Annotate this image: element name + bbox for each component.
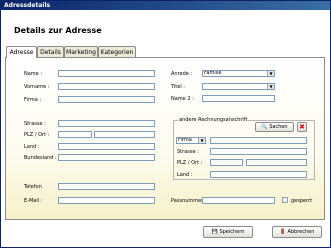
cancel-button[interactable]: 🚪 Abbrechen [272, 226, 322, 238]
name-label: Name : [24, 71, 43, 77]
billing-strasse-label: Strasse : [177, 149, 199, 155]
bundesland-label: Bundesland : [24, 155, 57, 161]
billing-type-value: Firma [178, 137, 192, 143]
billing-group-label: andere Rechnungsanschrift [178, 117, 249, 123]
tab-kategorien[interactable]: Kategorien [98, 46, 136, 57]
save-icon: 💾 [211, 229, 218, 235]
plz-ort-label: PLZ / Ort : [24, 132, 50, 138]
search-button-label: Sachen [269, 124, 288, 130]
land-label: Land : [24, 144, 40, 150]
name-field[interactable] [58, 70, 155, 77]
firma-field[interactable] [58, 96, 155, 103]
address-details-window: Adressdetails Details zur Adresse Adress… [0, 0, 331, 248]
passnummer-field[interactable] [202, 197, 275, 204]
telefon-label: Telefon [24, 184, 42, 190]
save-button[interactable]: 💾 Speichern [203, 226, 253, 238]
billing-type-select[interactable]: Firma ▼ [176, 137, 206, 144]
titel-select[interactable]: ▼ [202, 83, 275, 90]
chevron-down-icon[interactable]: ▼ [267, 84, 274, 89]
chevron-down-icon[interactable]: ▼ [267, 71, 274, 76]
anrede-value: Familie [204, 70, 222, 76]
save-button-label: Speichern [219, 229, 245, 235]
titel-label: Titel : [171, 84, 185, 90]
search-icon: 🔍 [261, 124, 268, 130]
anrede-label: Anrede : [171, 71, 193, 77]
bundesland-field[interactable] [58, 154, 155, 161]
telefon-field[interactable] [58, 183, 155, 190]
ort-field[interactable] [94, 131, 155, 138]
vorname-label: Vorname : [24, 84, 50, 90]
billing-plz-ort-label: PLZ / Ort : [177, 160, 203, 166]
tab-adresse[interactable]: Adresse [6, 46, 37, 58]
search-button[interactable]: 🔍 Sachen [255, 122, 294, 132]
email-label: E-Mail : [24, 198, 43, 204]
cancel-icon: 🚪 [279, 229, 286, 235]
land-field[interactable] [58, 143, 155, 150]
tab-details[interactable]: Details [37, 46, 64, 57]
cancel-button-label: Abbrechen [287, 229, 315, 235]
name2-label: Name 2 : [171, 96, 194, 102]
chevron-down-icon[interactable]: ▼ [198, 138, 205, 143]
page-title: Details zur Adresse [14, 26, 102, 35]
delete-button[interactable]: ✖ [297, 122, 307, 132]
plz-field[interactable] [58, 131, 92, 138]
strasse-field[interactable] [58, 120, 155, 127]
strasse-label: Strasse : [24, 121, 46, 127]
billing-ort-field[interactable] [246, 159, 307, 166]
gesperrt-label: gesperrt [291, 198, 313, 204]
anrede-select[interactable]: Familie ▼ [202, 70, 275, 77]
email-field[interactable] [58, 197, 155, 204]
billing-name-field[interactable] [210, 137, 307, 144]
billing-land-label: Land : [177, 172, 193, 178]
billing-strasse-field[interactable] [210, 148, 307, 155]
billing-plz-field[interactable] [210, 159, 243, 166]
name2-field[interactable] [202, 95, 275, 102]
vorname-field[interactable] [58, 83, 155, 90]
firma-label: Firma : [24, 97, 42, 103]
gesperrt-checkbox[interactable] [282, 197, 288, 203]
billing-land-field[interactable] [210, 171, 307, 178]
window-title: Adressdetails [1, 1, 330, 10]
tab-marketing[interactable]: Marketing [64, 46, 98, 57]
close-icon: ✖ [299, 123, 305, 131]
passnummer-label: Passnummer [171, 198, 204, 204]
